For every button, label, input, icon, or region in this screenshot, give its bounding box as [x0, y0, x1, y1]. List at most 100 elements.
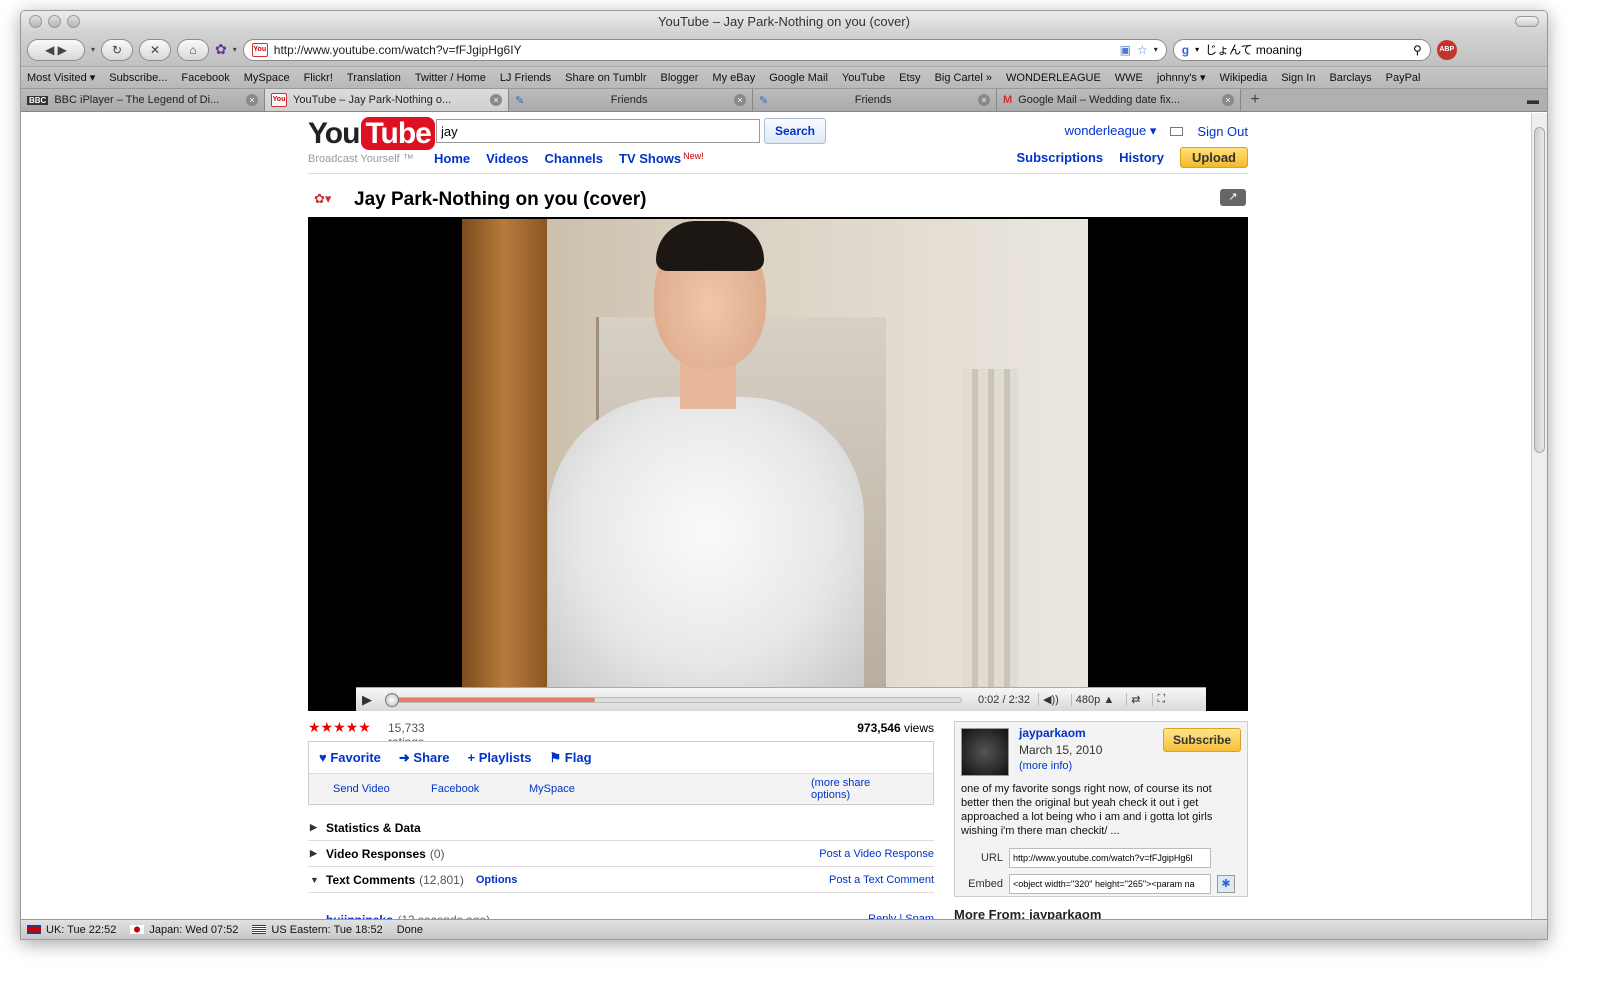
bookmark-translation[interactable]: Translation [347, 72, 401, 84]
tab-youtube[interactable]: You YouTube – Jay Park-Nothing o... × [265, 89, 509, 111]
more-info-link[interactable]: (more info) [1019, 760, 1072, 772]
rating-stars[interactable]: ★★★★★ [308, 719, 371, 736]
youtube-search-input[interactable] [436, 119, 760, 143]
bookmark-wwe[interactable]: WWE [1115, 72, 1143, 84]
scrollbar-thumb[interactable] [1534, 127, 1545, 453]
close-tab-icon[interactable]: × [490, 94, 502, 106]
volume-icon[interactable]: ◀)) [1038, 693, 1063, 706]
facebook-share-link[interactable]: Facebook [431, 783, 529, 795]
mail-icon[interactable] [1170, 126, 1184, 136]
bookmark-johnnys[interactable]: johnny's ▾ [1157, 71, 1206, 84]
youtube-search-button[interactable]: Search [764, 118, 826, 144]
bookmark-wonderleague[interactable]: WONDERLEAGUE [1006, 72, 1101, 84]
bookmark-twitter[interactable]: Twitter / Home [415, 72, 486, 84]
tab-bbc-iplayer[interactable]: BBC BBC iPlayer – The Legend of Di... × [21, 89, 265, 111]
web-search-text[interactable]: じょんて moaning [1205, 41, 1407, 58]
bookmark-etsy[interactable]: Etsy [899, 72, 920, 84]
myspace-share-link[interactable]: MySpace [529, 783, 627, 795]
web-search-box[interactable]: g ▾ じょんて moaning ⚲ [1172, 38, 1431, 61]
playlists-button[interactable]: + Playlists [468, 750, 532, 765]
history-link[interactable]: History [1119, 150, 1164, 165]
progress-knob[interactable] [385, 692, 399, 707]
google-icon[interactable]: g [1182, 43, 1189, 57]
youtube-logo[interactable]: You Tube [308, 117, 435, 151]
nav-channels[interactable]: Channels [545, 151, 604, 166]
bookmark-big-cartel[interactable]: Big Cartel » [935, 72, 992, 84]
video-responses-section[interactable]: ▶ Video Responses (0) Post a Video Respo… [308, 841, 934, 867]
bookmark-lj-friends[interactable]: LJ Friends [500, 72, 551, 84]
channel-avatar[interactable] [961, 728, 1009, 776]
bookmark-ebay[interactable]: My eBay [712, 72, 755, 84]
bookmark-most-visited[interactable]: Most Visited ▾ [27, 71, 95, 84]
comments-options-link[interactable]: Options [476, 874, 518, 886]
post-video-response-link[interactable]: Post a Video Response [819, 848, 934, 860]
subscriptions-link[interactable]: Subscriptions [1016, 150, 1103, 165]
url-text[interactable]: http://www.youtube.com/watch?v=fFJgipHg6… [274, 43, 1114, 57]
share-button[interactable]: ➜ Share [399, 750, 450, 766]
user-menu[interactable]: wonderleague ▾ [1065, 123, 1157, 139]
search-engine-dropdown-icon[interactable]: ▾ [1195, 45, 1199, 54]
addon-dropdown-icon[interactable]: ▾ [233, 45, 237, 54]
nav-videos[interactable]: Videos [486, 151, 528, 166]
new-tab-button[interactable]: + [1241, 89, 1269, 111]
statistics-section[interactable]: ▶ Statistics & Data [308, 815, 934, 841]
tab-list-button[interactable]: ▬ [1519, 89, 1547, 111]
addon-icon[interactable]: ✿ [215, 41, 227, 58]
quicklist-icon[interactable]: ✿▾ [314, 191, 336, 207]
tab-friends-1[interactable]: ✎ Friends × [509, 89, 753, 111]
text-comments-section[interactable]: ▼ Text Comments (12,801) Options Post a … [308, 867, 934, 893]
nav-tv-shows[interactable]: TV Shows New! [619, 151, 704, 166]
bookmark-blogger[interactable]: Blogger [661, 72, 699, 84]
back-icon[interactable]: ◀ [45, 43, 54, 57]
quality-selector[interactable]: 480p ▲ [1070, 693, 1118, 706]
popout-button[interactable]: ↗ [1220, 189, 1246, 206]
more-share-options-link[interactable]: (more share options) [811, 777, 909, 801]
sign-out-link[interactable]: Sign Out [1197, 124, 1248, 139]
toolbar-toggle-button[interactable] [1515, 16, 1539, 27]
bookmark-paypal[interactable]: PayPal [1386, 72, 1421, 84]
bookmark-google-mail[interactable]: Google Mail [769, 72, 828, 84]
bookmark-sign-in[interactable]: Sign In [1281, 72, 1315, 84]
search-icon[interactable]: ⚲ [1413, 43, 1422, 57]
video-player[interactable]: ▶ 0:02 / 2:32 ◀)) 480p ▲ ⇄ ⛶ [308, 217, 1248, 711]
home-button[interactable]: ⌂ [177, 38, 210, 61]
embed-code-field[interactable] [1009, 874, 1211, 894]
gear-icon[interactable]: ✱ [1217, 875, 1235, 893]
nav-home[interactable]: Home [434, 151, 470, 166]
send-video-link[interactable]: Send Video [333, 783, 431, 795]
tab-friends-2[interactable]: ✎ Friends × [753, 89, 997, 111]
vertical-scrollbar[interactable] [1531, 113, 1547, 921]
forward-icon[interactable]: ▶ [58, 43, 67, 57]
video-url-field[interactable] [1009, 848, 1211, 868]
close-tab-icon[interactable]: × [978, 94, 990, 106]
close-tab-icon[interactable]: × [246, 94, 258, 106]
flag-button[interactable]: ⚑ Flag [550, 750, 592, 766]
bookmark-youtube[interactable]: YouTube [842, 72, 885, 84]
back-forward-buttons[interactable]: ◀ ▶ [27, 38, 85, 61]
reload-button[interactable]: ↻ [101, 38, 134, 61]
history-dropdown-icon[interactable]: ▾ [91, 45, 95, 54]
bookmark-subscribe[interactable]: Subscribe... [109, 72, 167, 84]
fullscreen-icon[interactable]: ⛶ [1152, 693, 1169, 706]
rss-icon[interactable]: ▣ [1120, 43, 1131, 57]
bookmark-barclays[interactable]: Barclays [1329, 72, 1371, 84]
zoom-window-button[interactable] [67, 15, 80, 28]
channel-name[interactable]: jayparkaom [1019, 726, 1086, 740]
post-text-comment-link[interactable]: Post a Text Comment [829, 874, 934, 886]
stop-button[interactable]: ✕ [139, 38, 172, 61]
adblock-icon[interactable]: ABP [1436, 39, 1457, 60]
close-tab-icon[interactable]: × [734, 94, 746, 106]
bookmark-facebook[interactable]: Facebook [181, 72, 229, 84]
expand-icon[interactable]: ⇄ [1126, 693, 1144, 706]
bookmark-myspace[interactable]: MySpace [244, 72, 290, 84]
upload-button[interactable]: Upload [1179, 147, 1248, 168]
video-frame[interactable] [462, 219, 1088, 687]
close-window-button[interactable] [29, 15, 42, 28]
bookmark-flickr[interactable]: Flickr! [304, 72, 333, 84]
play-icon[interactable]: ▶ [362, 692, 380, 708]
bookmark-star-icon[interactable]: ☆ [1137, 43, 1148, 57]
subscribe-button[interactable]: Subscribe [1163, 728, 1241, 752]
url-bar[interactable]: You http://www.youtube.com/watch?v=fFJgi… [242, 38, 1167, 61]
progress-bar[interactable] [385, 692, 962, 707]
tab-google-mail[interactable]: M Google Mail – Wedding date fix... × [997, 89, 1241, 111]
